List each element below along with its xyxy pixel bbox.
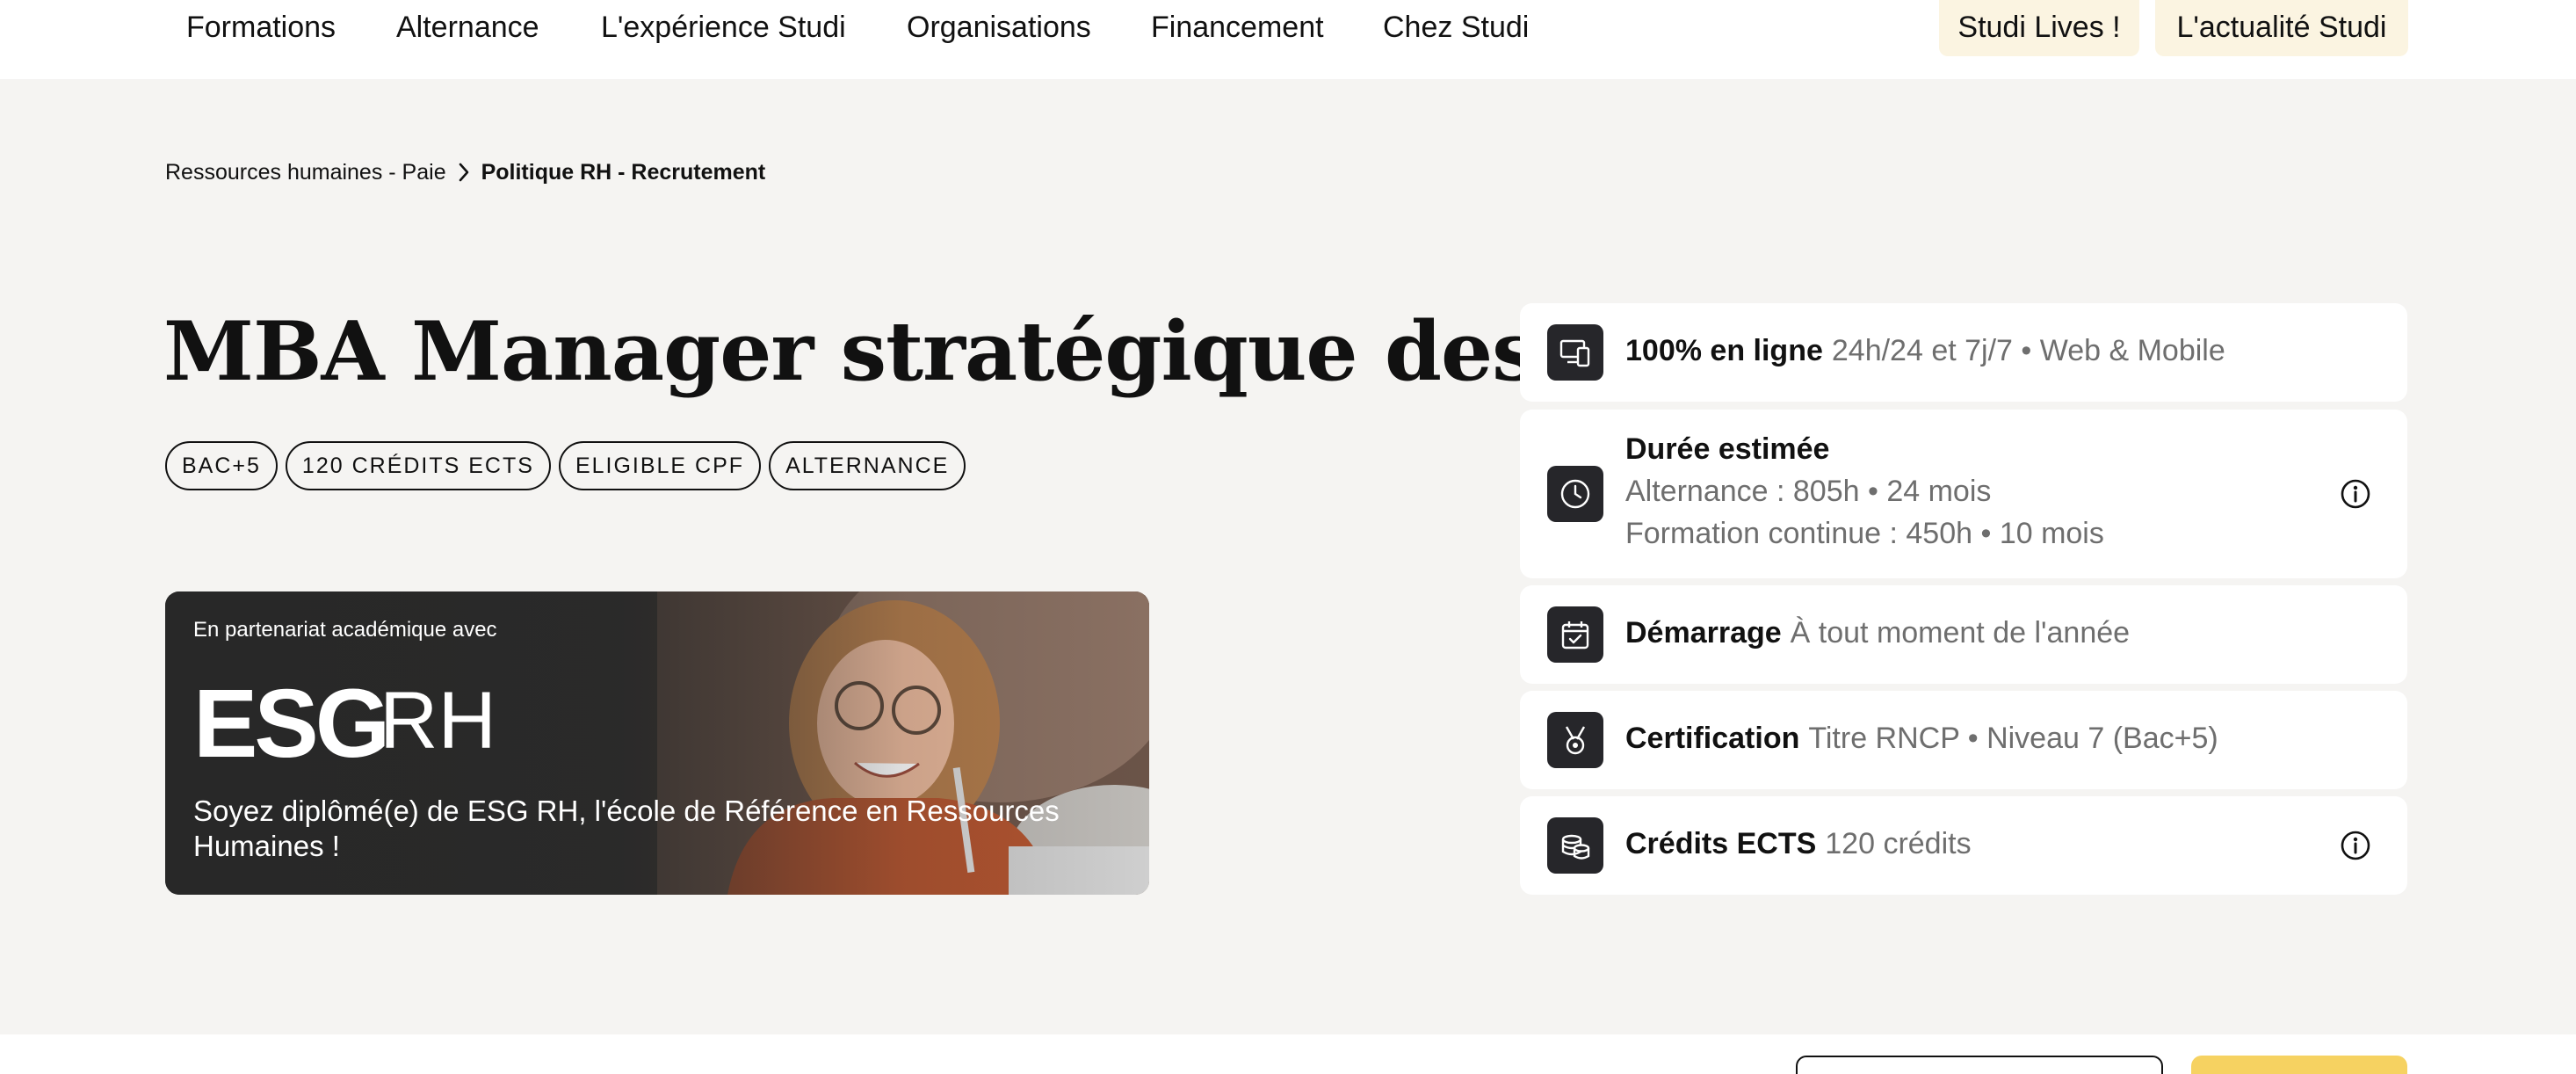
primary-action-button[interactable] — [2191, 1056, 2407, 1074]
breadcrumb-parent-link[interactable]: Ressources humaines - Paie — [165, 160, 446, 185]
card-duration: Durée estimée Alternance : 805h • 24 moi… — [1520, 410, 2407, 578]
credits-label: Crédits ECTS — [1625, 827, 1817, 860]
bottom-action-bar — [0, 1034, 2576, 1074]
nav-studi-lives[interactable]: Studi Lives ! — [1939, 0, 2139, 56]
card-credits: Crédits ECTS 120 crédits — [1520, 796, 2407, 895]
tag-cpf: ELIGIBLE CPF — [558, 441, 762, 490]
start-value: À tout moment de l'année — [1790, 616, 2131, 649]
secondary-action-button[interactable] — [1796, 1056, 2163, 1074]
credits-info-icon[interactable] — [2339, 829, 2372, 862]
nav-item-chez-studi[interactable]: Chez Studi — [1383, 7, 1529, 47]
nav-item-alternance[interactable]: Alternance — [396, 7, 539, 47]
nav-item-experience-studi[interactable]: L'expérience Studi — [601, 7, 846, 47]
medal-icon — [1547, 712, 1603, 768]
duration-formation-continue: Formation continue : 450h • 10 mois — [1625, 517, 2104, 550]
calendar-check-icon — [1547, 606, 1603, 663]
certification-label: Certification — [1625, 722, 1800, 755]
chevron-right-icon — [446, 158, 481, 186]
certification-value: Titre RNCP • Niveau 7 (Bac+5) — [1808, 722, 2218, 755]
page-title: MBA Manager stratégique des RH — [163, 303, 1709, 399]
partner-banner: En partenariat académique avec ESG RH So… — [165, 591, 1149, 895]
svg-text:RH: RH — [380, 678, 496, 766]
nav-item-organisations[interactable]: Organisations — [907, 7, 1091, 47]
partner-tagline: Soyez diplômé(e) de ESG RH, l'école de R… — [193, 795, 1060, 862]
program-tags: BAC+5 120 CRÉDITS ECTS ELIGIBLE CPF ALTE… — [165, 441, 966, 490]
esg-rh-logo: ESG RH — [193, 678, 496, 774]
tag-bac5: BAC+5 — [165, 441, 278, 490]
credits-value: 120 crédits — [1825, 827, 1972, 860]
duration-alternance: Alternance : 805h • 24 mois — [1625, 475, 1992, 508]
card-certification: Certification Titre RNCP • Niveau 7 (Bac+… — [1520, 691, 2407, 789]
breadcrumb-current: Politique RH - Recrutement — [481, 159, 766, 185]
nav-item-financement[interactable]: Financement — [1151, 7, 1324, 47]
nav-actualite-studi[interactable]: L'actualité Studi — [2155, 0, 2408, 56]
clock-icon — [1547, 466, 1603, 522]
online-value: 24h/24 et 7j/7 • Web & Mobile — [1831, 334, 2225, 367]
devices-icon — [1547, 324, 1603, 381]
tag-alternance: ALTERNANCE — [769, 441, 966, 490]
duration-info-icon[interactable] — [2339, 477, 2372, 511]
nav-item-formations[interactable]: Formations — [186, 7, 336, 47]
start-label: Démarrage — [1625, 616, 1782, 649]
card-start: Démarrage À tout moment de l'année — [1520, 585, 2407, 684]
tag-ects: 120 CRÉDITS ECTS — [285, 441, 551, 490]
breadcrumb: Ressources humaines - Paie Politique RH … — [165, 158, 765, 186]
partner-label: En partenariat académique avec — [193, 618, 497, 642]
online-label: 100% en ligne — [1625, 334, 1823, 367]
top-navigation: Formations Alternance L'expérience Studi… — [0, 0, 2576, 79]
card-online: 100% en ligne 24h/24 et 7j/7 • Web & Mobi… — [1520, 303, 2407, 402]
svg-text:ESG: ESG — [193, 678, 387, 774]
coins-icon — [1547, 817, 1603, 874]
duration-label: Durée estimée — [1625, 432, 1830, 466]
